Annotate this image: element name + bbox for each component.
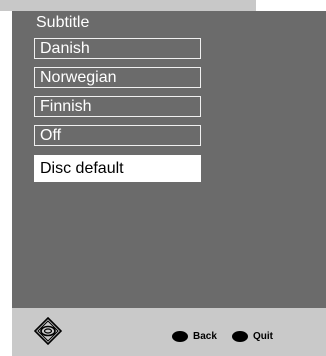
menu-title: Subtitle [36,14,90,31]
quit-label: Quit [253,330,273,342]
quit-dot-icon [232,330,248,342]
quit-button[interactable]: Quit [232,330,273,342]
back-dot-icon [172,330,188,342]
option-danish[interactable]: Danish [34,38,201,59]
back-label: Back [193,330,217,342]
menu-panel: Subtitle Danish Norwegian Finnish Off Di… [12,11,326,308]
dpad-icon [34,317,62,345]
footer-bar: Back Quit [12,308,326,356]
subtitle-menu-screen: Subtitle Danish Norwegian Finnish Off Di… [0,0,326,356]
option-finnish[interactable]: Finnish [34,96,201,117]
option-disc-default[interactable]: Disc default [34,155,201,182]
back-button[interactable]: Back [172,330,217,342]
option-norwegian[interactable]: Norwegian [34,67,201,88]
option-off[interactable]: Off [34,125,201,146]
top-strip [0,0,256,11]
